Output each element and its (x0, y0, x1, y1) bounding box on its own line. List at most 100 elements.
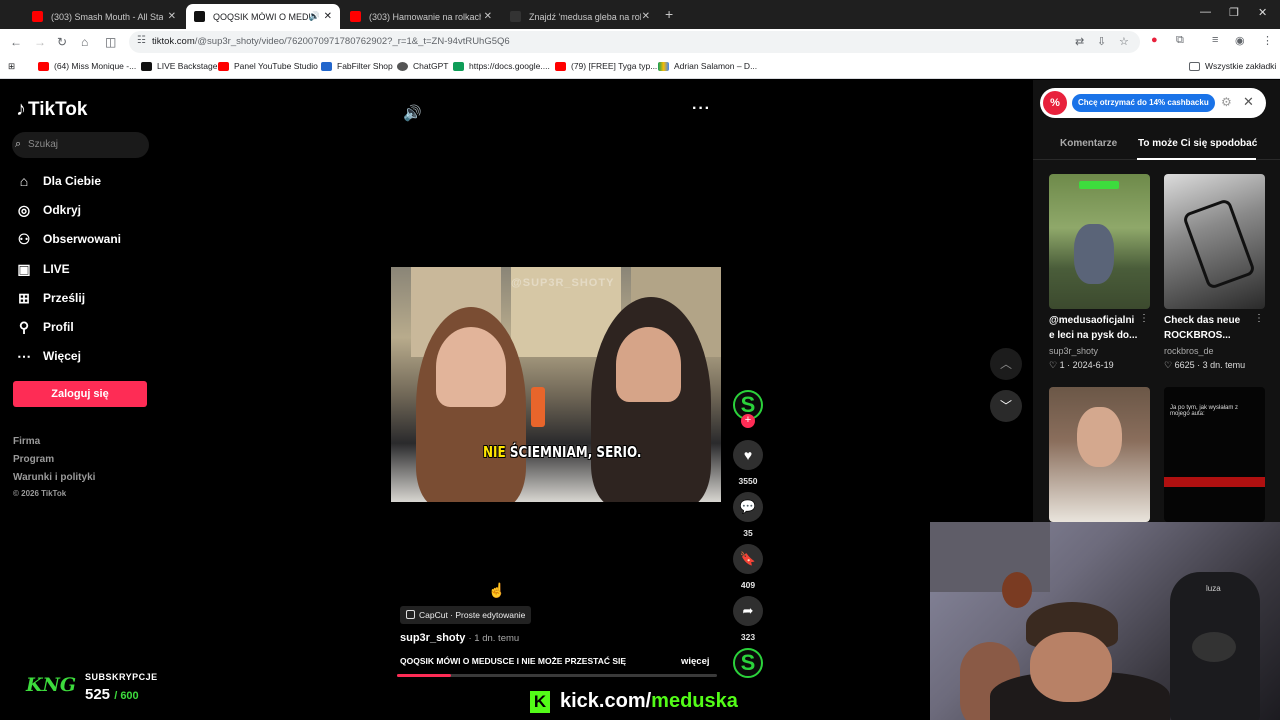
tiktok-logo[interactable]: ♪ TikTok (16, 98, 87, 121)
card-author[interactable]: sup3r_shoty (1049, 346, 1098, 356)
share-button[interactable]: ➦ (733, 596, 763, 626)
bookmark-item[interactable]: (79) [FREE] Tyga typ... (555, 61, 657, 71)
extensions-icon[interactable]: ⧉ (1176, 34, 1184, 47)
login-button[interactable]: Zaloguj się (13, 381, 147, 407)
video-thumbnail[interactable] (1164, 174, 1265, 309)
bookmark-star-icon[interactable]: ☆ (1119, 35, 1129, 48)
footer-link-terms[interactable]: Warunki i polityki (13, 472, 95, 483)
video-watermark: @SUP3R_SHOTY (511, 277, 615, 289)
apps-icon[interactable]: ⊞ (8, 61, 15, 72)
bookmark-item[interactable]: FabFilter Shop (321, 61, 393, 71)
card-menu-icon[interactable]: ⋮ (1139, 313, 1149, 324)
comment-icon: 💬 (739, 499, 757, 514)
tiktok-icon (194, 11, 205, 22)
browser-tab-1[interactable]: (303) Smash Mouth - All Star - Y ✕ (24, 4, 184, 29)
previous-video-button[interactable]: ︿ (990, 348, 1022, 380)
browser-tab-2[interactable]: QOQSIK MÓWI O MEDUSCE 🔊 ✕ (186, 4, 340, 29)
footer-link-company[interactable]: Firma (13, 436, 40, 447)
split-view-icon[interactable]: ◫ (105, 35, 116, 49)
close-icon[interactable]: ✕ (1243, 94, 1254, 110)
bookmark-item[interactable]: Panel YouTube Studio (218, 61, 318, 71)
bookmark-item[interactable]: ChatGPT (397, 61, 448, 71)
bookmark-item[interactable]: LIVE Backstage (141, 61, 217, 71)
cashback-extension-icon[interactable]: ● (1151, 34, 1158, 46)
fabfilter-icon (321, 61, 332, 71)
browser-tab-strip: (303) Smash Mouth - All Star - Y ✕ QOQSI… (0, 0, 1280, 29)
site-info-icon[interactable]: ☷ (137, 35, 146, 46)
like-count: 3550 (738, 476, 758, 486)
translate-icon[interactable]: ⇄ (1075, 35, 1084, 48)
next-video-button[interactable]: ﹀ (990, 390, 1022, 422)
browser-toolbar: ← → ↻ ⌂ ◫ ☷ tiktok.com/@sup3r_shoty/vide… (0, 29, 1280, 55)
install-icon[interactable]: ⇩ (1097, 35, 1106, 48)
forward-icon[interactable]: → (34, 35, 46, 49)
comment-button[interactable]: 💬 (733, 492, 763, 522)
webcam-curtain (930, 522, 1050, 592)
back-icon[interactable]: ← (10, 35, 22, 49)
nav-profile[interactable]: ⚲ Profil (15, 317, 74, 337)
minimize-button[interactable]: — (1200, 6, 1211, 18)
speaker-icon[interactable]: 🔊 (309, 11, 320, 22)
card-caption[interactable]: Check das neue ROCKBROS... (1164, 313, 1256, 343)
bookmark-item[interactable]: https://docs.google.... (453, 61, 550, 71)
search-input[interactable]: ⌕ Szukaj (12, 132, 149, 158)
home-icon[interactable]: ⌂ (81, 35, 88, 49)
address-bar[interactable]: ☷ tiktok.com/@sup3r_shoty/video/76200709… (129, 31, 1140, 53)
tab-title: (303) Hamowanie na rolkach T (369, 11, 481, 22)
save-count: 409 (740, 580, 756, 590)
restore-button[interactable]: ❐ (1229, 6, 1239, 19)
save-button[interactable]: 🔖 (733, 544, 763, 574)
browser-tab-4[interactable]: Znajdź 'medusa gleba na rolkac ✕ (502, 4, 658, 29)
cashback-button[interactable]: Chcę otrzymać do 14% cashbacku (1072, 94, 1215, 112)
all-bookmarks[interactable]: Wszystkie zakładki (1189, 61, 1276, 71)
card-stats: ♡ 6625 · 3 dn. temu (1164, 360, 1246, 370)
nav-more[interactable]: ⋯ Więcej (15, 346, 81, 366)
nav-following[interactable]: ⚇ Obserwowani (15, 229, 121, 249)
upload-plus-icon: ⊞ (18, 289, 30, 306)
gear-icon[interactable]: ⚙ (1221, 95, 1232, 109)
like-button[interactable]: ♥ (733, 440, 763, 470)
tab-you-may-like[interactable]: To może Ci się spodobać (1138, 138, 1257, 149)
card-caption[interactable]: @medusaoficjalni e leci na pysk do... (1049, 313, 1141, 343)
video-player[interactable]: @SUP3R_SHOTY NIE ŚCIEMNIAM, SERIO. (391, 267, 721, 502)
mouse-cursor-icon: ☝ (488, 582, 506, 598)
browser-tab-3[interactable]: (303) Hamowanie na rolkach T ✕ (342, 4, 500, 29)
volume-icon[interactable]: 🔊 (403, 104, 422, 122)
bookmark-item[interactable]: (64) Miss Monique -... (38, 61, 136, 71)
heart-icon: ♥ (743, 447, 753, 463)
nav-for-you[interactable]: ⌂ Dla Ciebie (15, 171, 101, 191)
footer-link-program[interactable]: Program (13, 454, 54, 465)
more-button[interactable]: więcej (681, 656, 710, 667)
new-tab-button[interactable]: + (665, 6, 673, 22)
nav-live[interactable]: ▣ LIVE (15, 259, 69, 279)
more-options-icon[interactable]: ··· (692, 100, 711, 118)
video-progress-bar[interactable] (397, 674, 717, 677)
close-icon[interactable]: ✕ (324, 11, 332, 22)
close-window-button[interactable]: ✕ (1258, 6, 1267, 19)
follow-plus-button[interactable]: + (741, 414, 755, 428)
video-thumbnail[interactable] (1049, 387, 1150, 522)
video-face-right (616, 327, 681, 402)
close-icon[interactable]: ✕ (484, 11, 492, 22)
reading-list-icon[interactable]: ≡ (1212, 34, 1218, 46)
card-menu-icon[interactable]: ⋮ (1254, 313, 1264, 324)
video-thumbnail[interactable]: Ja po tym, jak wysłałam z mojego auta: (1164, 387, 1265, 522)
bookmark-item[interactable]: Adrian Salamon – D... (658, 61, 757, 71)
capcut-tag[interactable]: CapCut · Proste edytowanie (400, 606, 532, 624)
nav-explore[interactable]: ◎ Odkryj (15, 200, 81, 220)
video-caption: NIE ŚCIEMNIAM, SERIO. (483, 443, 642, 461)
close-icon[interactable]: ✕ (168, 11, 176, 22)
video-thumbnail[interactable] (1049, 174, 1150, 309)
nav-upload[interactable]: ⊞ Prześlij (15, 288, 85, 308)
menu-icon[interactable]: ⋮ (1262, 34, 1273, 47)
card-author[interactable]: rockbros_de (1164, 346, 1214, 356)
folder-icon (1189, 61, 1200, 71)
heart-outline-icon: ♡ (1164, 360, 1173, 370)
music-disc-avatar[interactable]: S (733, 648, 763, 678)
profile-avatar[interactable]: ◉ (1235, 34, 1245, 47)
tab-comments[interactable]: Komentarze (1060, 138, 1117, 149)
video-author[interactable]: sup3r_shoty · 1 dn. temu (400, 632, 519, 644)
youtube-icon (350, 11, 361, 22)
reload-icon[interactable]: ↻ (57, 35, 67, 49)
close-icon[interactable]: ✕ (642, 11, 650, 22)
